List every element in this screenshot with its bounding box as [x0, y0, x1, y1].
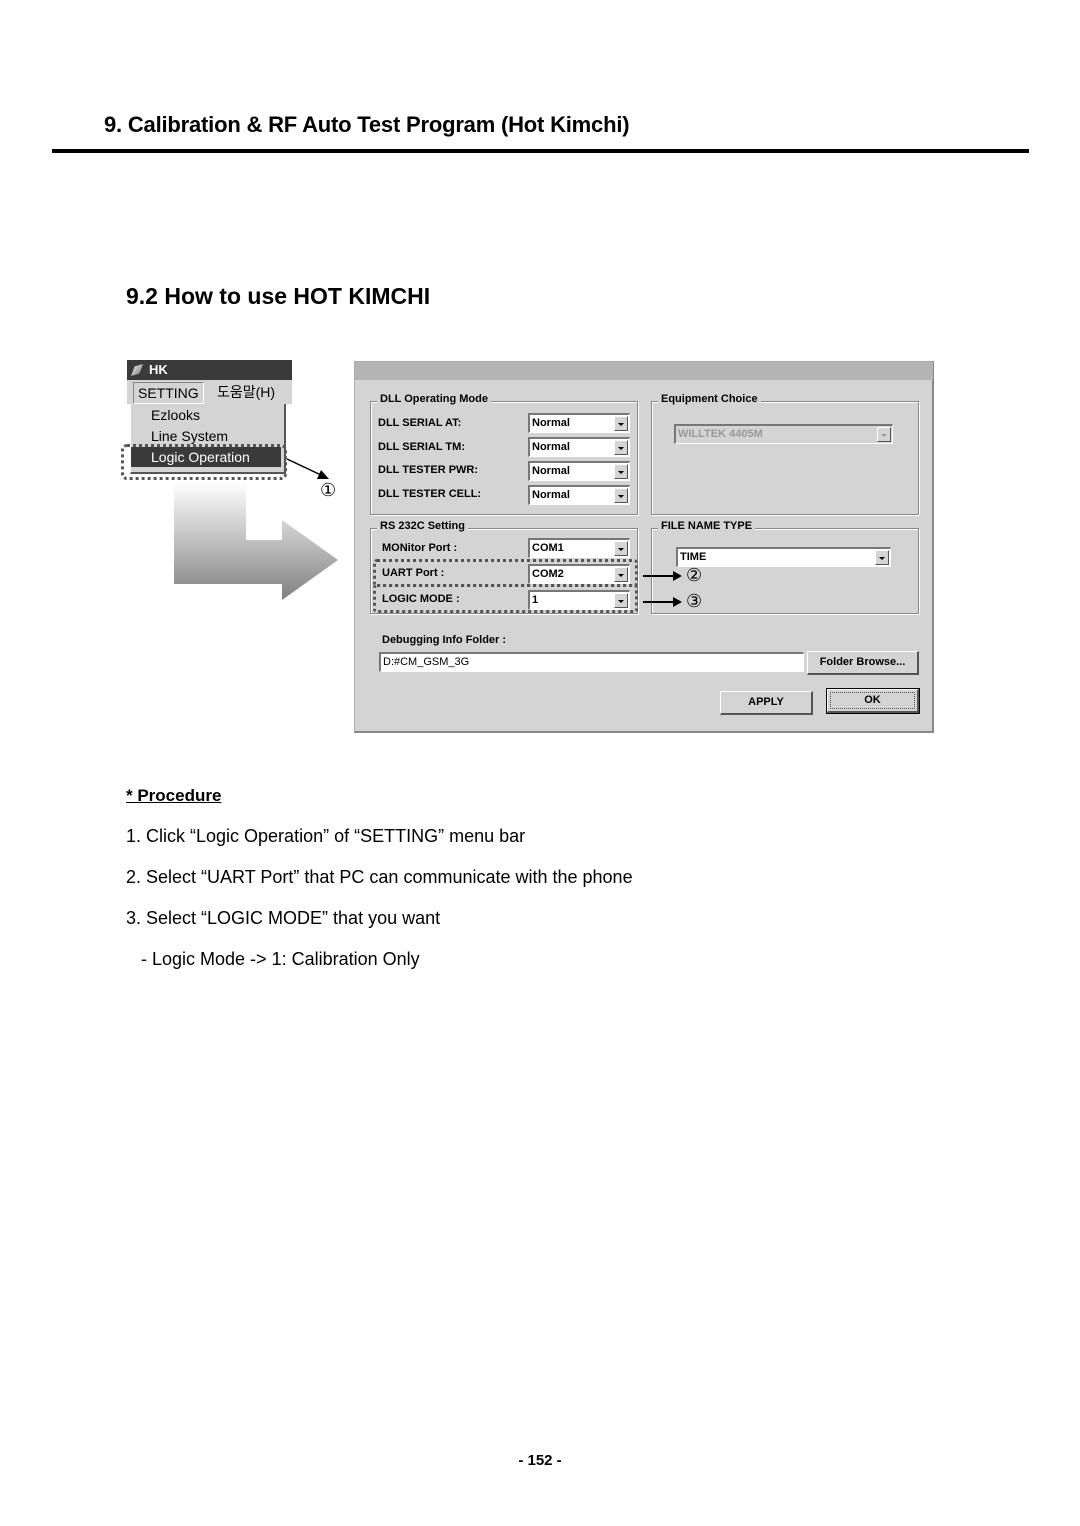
highlight-logic-operation — [121, 444, 287, 480]
select-value: TIME — [680, 551, 707, 563]
debug-folder-input[interactable]: D:#CM_GSM_3G — [379, 652, 804, 672]
ok-button[interactable]: OK — [826, 688, 920, 714]
dll-tester-pwr-select[interactable]: Normal — [528, 461, 630, 481]
callout-3-arrow-line — [643, 601, 675, 603]
app-icon — [131, 364, 143, 376]
monitor-port-select[interactable]: COM1 — [528, 538, 630, 558]
flow-arrow-icon — [174, 482, 338, 600]
procedure-step: 2. Select “UART Port” that PC can commun… — [126, 867, 633, 887]
menu-item-line-system[interactable]: Line System — [131, 426, 281, 446]
dll-serial-tm-select[interactable]: Normal — [528, 437, 630, 457]
select-value: Normal — [532, 417, 570, 429]
callout-2: ② — [686, 565, 703, 585]
folder-browse-button[interactable]: Folder Browse... — [807, 651, 919, 675]
monitor-port-label: MONitor Port : — [382, 542, 458, 554]
dropdown-arrow-icon[interactable] — [614, 416, 628, 431]
highlight-logic-mode — [373, 584, 638, 613]
menu-setting[interactable]: SETTING — [133, 382, 204, 404]
procedure-substep: - Logic Mode -> 1: Calibration Only — [126, 949, 420, 969]
callout-2-arrowhead-icon — [673, 571, 682, 581]
dropdown-arrow-icon[interactable] — [614, 440, 628, 455]
callout-3: ③ — [686, 591, 703, 611]
dll-tester-cell-label: DLL TESTER CELL: — [378, 488, 482, 500]
group-title: DLL Operating Mode — [377, 393, 491, 405]
menu-window-titlebar: HK — [127, 360, 292, 380]
group-title: FILE NAME TYPE — [658, 520, 756, 532]
chapter-divider — [52, 149, 1029, 153]
callout-3-arrowhead-icon — [673, 597, 682, 607]
dll-tester-pwr-label: DLL TESTER PWR: — [378, 464, 479, 476]
highlight-uart-port — [373, 559, 638, 587]
dialog-titlebar — [355, 362, 933, 380]
focus-rect — [830, 692, 915, 709]
group-title: RS 232C Setting — [377, 520, 468, 532]
apply-button[interactable]: APPLY — [720, 691, 813, 715]
app-title: HK — [149, 362, 168, 377]
select-value: Normal — [532, 489, 570, 501]
select-value: WILLTEK 4405M — [678, 428, 763, 440]
menu-help[interactable]: 도움말(H) — [213, 382, 279, 402]
select-value: Normal — [532, 441, 570, 453]
procedure-heading: * Procedure — [126, 786, 222, 805]
select-value: Normal — [532, 465, 570, 477]
callout-2-arrow-line — [643, 575, 675, 577]
dll-serial-at-label: DLL SERIAL AT: — [378, 417, 462, 429]
group-title: Equipment Choice — [658, 393, 761, 405]
dropdown-arrow-icon[interactable] — [614, 541, 628, 556]
dll-serial-tm-label: DLL SERIAL TM: — [378, 441, 465, 453]
section-title: 9.2 How to use HOT KIMCHI — [126, 283, 431, 309]
menu-item-ezlooks[interactable]: Ezlooks — [131, 405, 281, 425]
dll-serial-at-select[interactable]: Normal — [528, 413, 630, 433]
dropdown-arrow-icon[interactable] — [614, 488, 628, 503]
menu-bar: SETTING 도움말(H) — [127, 380, 292, 404]
dll-tester-cell-select[interactable]: Normal — [528, 485, 630, 505]
equipment-select: WILLTEK 4405M — [674, 424, 893, 444]
dropdown-arrow-icon[interactable] — [875, 550, 889, 565]
dropdown-arrow-icon[interactable] — [614, 464, 628, 479]
debug-folder-label: Debugging Info Folder : — [382, 634, 507, 646]
procedure-step: 1. Click “Logic Operation” of “SETTING” … — [126, 826, 526, 846]
page-number: - 152 - — [518, 1452, 562, 1469]
equipment-choice-group: Equipment Choice — [651, 393, 919, 515]
select-value: COM1 — [532, 542, 564, 554]
procedure-step: 3. Select “LOGIC MODE” that you want — [126, 908, 441, 928]
dropdown-arrow-icon — [877, 427, 891, 442]
chapter-title: 9. Calibration & RF Auto Test Program (H… — [104, 112, 630, 137]
file-name-type-select[interactable]: TIME — [676, 547, 891, 567]
